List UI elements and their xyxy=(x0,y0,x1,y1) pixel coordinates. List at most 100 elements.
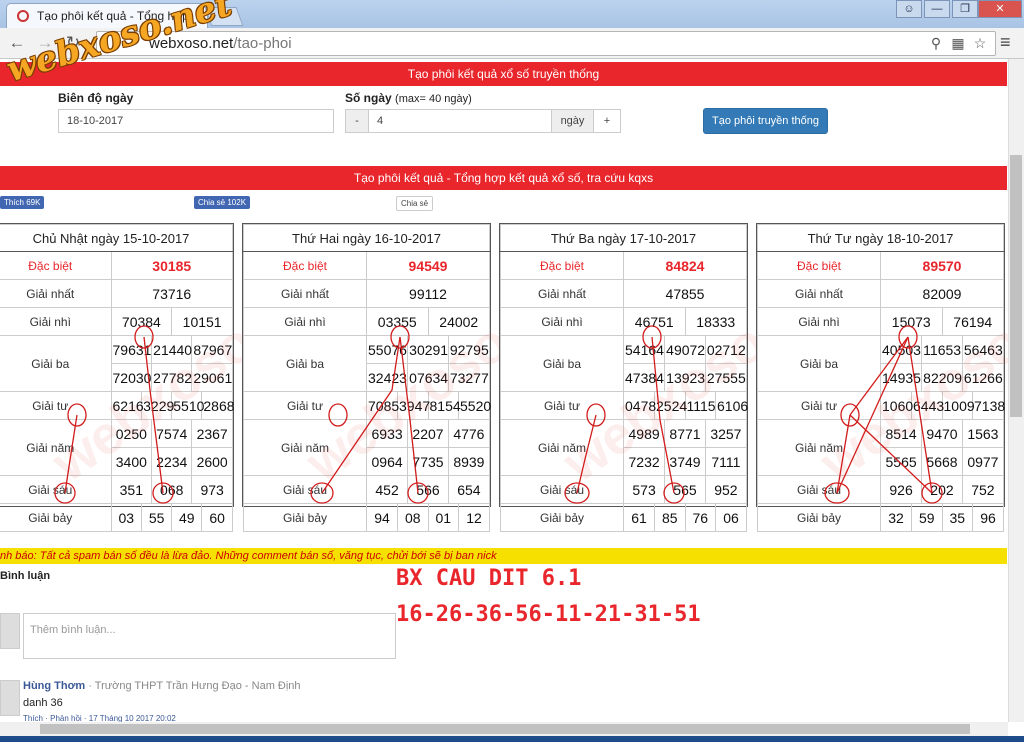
result-number: 573 xyxy=(632,481,656,498)
result-number: 73716 xyxy=(110,279,233,308)
result-number: 08 xyxy=(397,504,428,531)
result-number: 654 xyxy=(447,476,489,503)
comment-author-school: · Trường THPT Trần Hưng Đạo - Nam Định xyxy=(88,680,301,692)
result-number: 5565 xyxy=(885,453,917,470)
result-number: 5668 xyxy=(921,448,963,475)
zoom-icon[interactable]: ⚲ xyxy=(927,34,945,52)
result-number: 8514 xyxy=(885,425,917,442)
day-result-table: Thứ Hai ngày 16-10-2017 Đặc biệt 94549 Giải… xyxy=(242,223,598,532)
result-number: 15073 xyxy=(891,313,931,330)
facebook-like-button[interactable]: Thích 69K xyxy=(0,196,45,209)
prize-label: Giải bảy xyxy=(757,503,881,532)
result-number: 9470 xyxy=(921,420,963,447)
create-table-button[interactable]: Tạo phôi truyền thống xyxy=(703,108,828,134)
result-number: 89570 xyxy=(880,251,1004,280)
result-number: 5520 xyxy=(458,392,491,419)
result-number: 5510 xyxy=(171,392,204,419)
result-number: 7574 xyxy=(151,420,192,447)
result-number: 566 xyxy=(407,476,449,503)
result-number: 7138 xyxy=(972,392,1005,419)
result-number: 0250 xyxy=(115,425,147,442)
result-number: 94 xyxy=(374,509,390,526)
result-number: 3947 xyxy=(397,392,430,419)
horizontal-scroll-thumb[interactable] xyxy=(40,724,970,734)
menu-icon[interactable]: ≡ xyxy=(1000,32,1016,52)
commenter-avatar[interactable] xyxy=(0,680,20,716)
comment-author[interactable]: Hùng Thơm · Trường THPT Trần Hưng Đạo - … xyxy=(23,680,301,692)
result-number: 7111 xyxy=(704,448,746,475)
result-number: 85 xyxy=(654,504,685,531)
result-number: 18333 xyxy=(684,308,746,335)
user-icon[interactable]: ☺ xyxy=(896,0,922,18)
day-result-table: Thứ Tư ngày 18-10-2017 Đặc biệt 89570 Giải … xyxy=(756,223,1024,532)
result-number: 4989 xyxy=(628,425,660,442)
result-number: 2234 xyxy=(151,448,192,475)
google-share-button[interactable]: Chia sẻ xyxy=(396,196,434,211)
prize-label: Giải ba xyxy=(500,335,624,392)
result-number: 1563 xyxy=(961,420,1003,447)
result-number: 76194 xyxy=(941,308,1003,335)
result-number: 0478 xyxy=(625,397,657,414)
result-number: 47855 xyxy=(623,279,747,308)
taskbar xyxy=(0,736,1024,742)
result-number: 6106 xyxy=(715,392,748,419)
comment-input[interactable]: Thêm bình luận... xyxy=(23,613,396,659)
prize-label: Giải tư xyxy=(757,391,881,420)
result-number: 70384 xyxy=(121,313,161,330)
bookmark-star-icon[interactable]: ☆ xyxy=(971,34,989,52)
result-number: 1009 xyxy=(941,392,975,419)
facebook-share-button[interactable]: Chia sẻ 102K xyxy=(194,196,251,209)
result-number: 4776 xyxy=(447,420,489,447)
vertical-scroll-thumb[interactable] xyxy=(1010,155,1022,417)
result-number: 8939 xyxy=(447,448,489,475)
days-label: Số ngày (max= 40 ngày) xyxy=(345,91,472,105)
form-banner: Tạo phôi kết quả xổ số truyền thống xyxy=(0,62,1007,86)
prize-label: Giải nhất xyxy=(0,279,112,308)
prize-label: Đặc biệt xyxy=(0,251,112,280)
result-number: 32423 xyxy=(368,369,407,386)
result-number: 07634 xyxy=(407,364,449,391)
result-number: 202 xyxy=(921,476,963,503)
increase-days-button[interactable]: + xyxy=(593,109,621,133)
day-result-table: Thứ Ba ngày 17-10-2017 Đặc biệt 84824 Giải … xyxy=(499,223,855,532)
result-number: 0977 xyxy=(961,448,1003,475)
range-label: Biên độ ngày xyxy=(58,91,134,105)
prize-label: Giải tư xyxy=(500,391,624,420)
result-number: 82009 xyxy=(880,279,1004,308)
prize-label: Giải năm xyxy=(0,419,112,476)
result-number: 27555 xyxy=(704,364,746,391)
prize-label: Giải ba xyxy=(757,335,881,392)
translate-icon[interactable]: ▦ xyxy=(949,34,967,52)
result-number: 752 xyxy=(961,476,1003,503)
result-number: 452 xyxy=(375,481,399,498)
restore-button[interactable]: ❐ xyxy=(952,0,978,18)
result-number: 87967 xyxy=(191,336,232,363)
result-number: 02712 xyxy=(704,336,746,363)
days-input[interactable]: 4 xyxy=(368,109,552,133)
avatar xyxy=(0,613,20,649)
prize-label: Giải bảy xyxy=(0,503,112,532)
prize-label: Giải nhất xyxy=(500,279,624,308)
prize-label: Giải sáu xyxy=(757,475,881,504)
result-number: 7085 xyxy=(368,397,400,414)
decrease-days-button[interactable]: - xyxy=(345,109,369,133)
result-number: 3749 xyxy=(664,448,706,475)
prize-label: Giải năm xyxy=(757,419,881,476)
result-number: 40503 xyxy=(882,341,921,358)
result-number: 8771 xyxy=(664,420,706,447)
minimize-button[interactable]: — xyxy=(924,0,950,18)
result-number: 82209 xyxy=(921,364,963,391)
result-number: 7735 xyxy=(407,448,449,475)
prize-label: Giải bảy xyxy=(243,503,367,532)
prize-label: Giải sáu xyxy=(500,475,624,504)
day-title: Chủ Nhật ngày 15-10-2017 xyxy=(0,224,233,252)
result-number: 068 xyxy=(151,476,192,503)
range-date-input[interactable]: 18-10-2017 xyxy=(58,109,334,133)
address-bar[interactable]: webxoso.net/tao-phoi ⚲ ▦ ☆ xyxy=(96,31,996,56)
close-window-button[interactable]: ✕ xyxy=(978,0,1022,18)
result-number: 973 xyxy=(191,476,232,503)
result-number: 49 xyxy=(171,504,202,531)
result-number: 47384 xyxy=(625,369,664,386)
result-number: 27782 xyxy=(151,364,192,391)
result-number: 61266 xyxy=(961,364,1003,391)
